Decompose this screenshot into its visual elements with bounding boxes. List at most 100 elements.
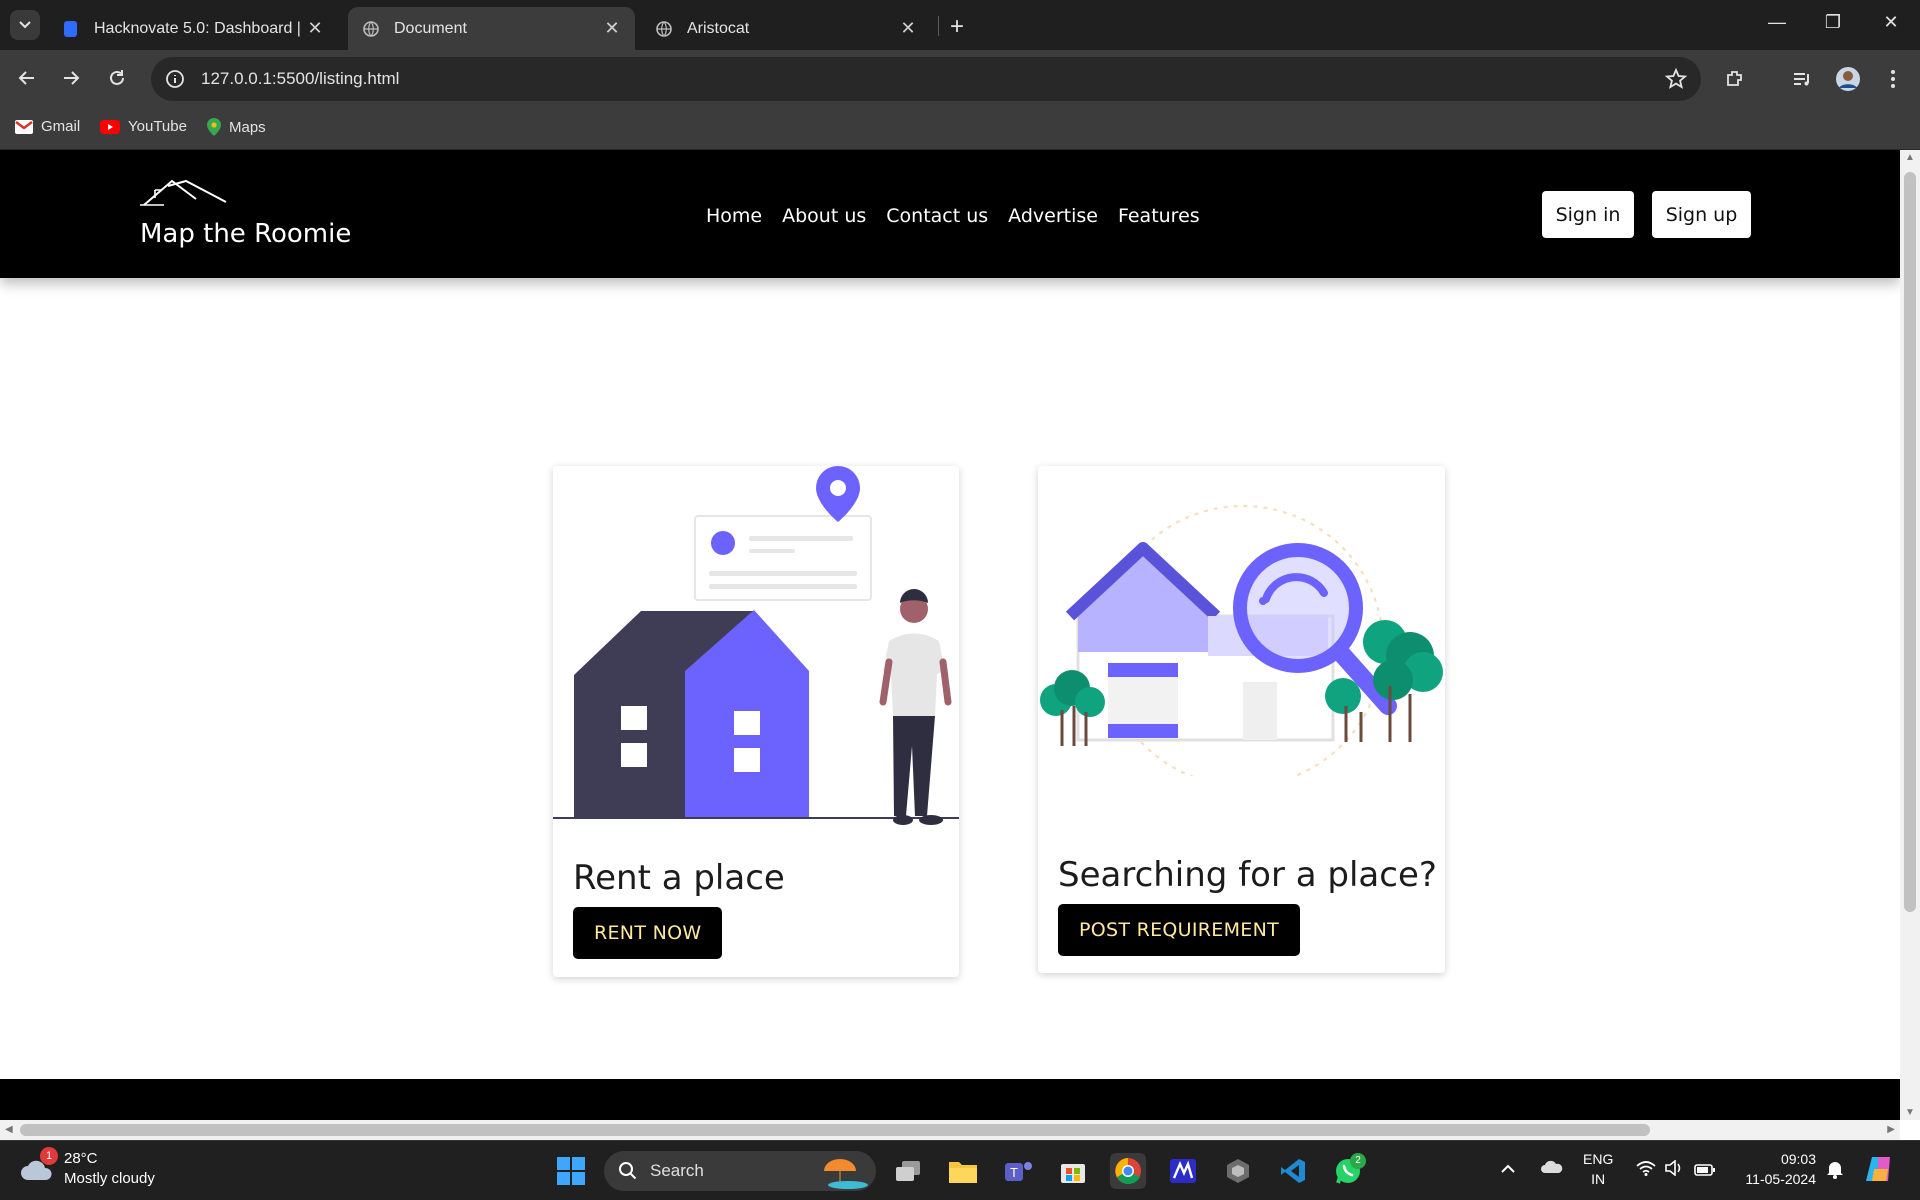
nav-home[interactable]: Home [706, 205, 762, 227]
card-title: Rent a place [573, 858, 785, 898]
whatsapp-badge: 2 [1350, 1153, 1366, 1169]
close-tab-icon[interactable]: ✕ [899, 18, 917, 39]
bookmark-label: YouTube [128, 118, 187, 135]
close-tab-icon[interactable]: ✕ [306, 18, 324, 39]
house-person-illustration [553, 466, 959, 825]
language-indicator[interactable]: ENG IN [1583, 1149, 1613, 1189]
sign-up-button[interactable]: Sign up [1652, 191, 1751, 238]
tab-document[interactable]: Document ✕ [348, 7, 635, 50]
site-favicon-icon [64, 20, 77, 37]
vertical-scrollbar[interactable]: ▲ ▼ [1900, 150, 1920, 1120]
app-m-icon[interactable] [1165, 1153, 1201, 1189]
site-footer [0, 1079, 1900, 1121]
browser-menu-icon[interactable] [1879, 65, 1907, 93]
address-bar[interactable]: 127.0.0.1:5500/listing.html [151, 57, 1701, 101]
forward-button[interactable] [56, 63, 86, 93]
nav-contact-us[interactable]: Contact us [886, 205, 988, 227]
unity-icon[interactable] [1220, 1153, 1256, 1189]
globe-icon [656, 20, 672, 37]
bookmark-gmail[interactable]: Gmail [15, 118, 80, 135]
tab-separator [938, 16, 939, 36]
start-button[interactable] [553, 1153, 589, 1189]
search-icon [619, 1162, 637, 1180]
restore-icon[interactable]: ❐ [1818, 12, 1848, 33]
bookmark-label: Maps [229, 118, 266, 136]
show-hidden-icons[interactable] [1500, 1159, 1516, 1179]
rent-place-card: Rent a place RENT NOW [553, 466, 959, 977]
minimize-icon[interactable]: — [1762, 12, 1792, 33]
tab-aristocat[interactable]: Aristocat ✕ [641, 7, 931, 50]
roof-logo-icon [140, 179, 227, 206]
maps-pin-icon [207, 118, 221, 136]
search-label: Search [650, 1161, 704, 1180]
search-place-card: Searching for a place? POST REQUIREMENT [1038, 466, 1445, 973]
clock-time: 09:03 [1780, 1151, 1816, 1167]
site-logo[interactable]: Map the Roomie [140, 178, 351, 249]
file-explorer-icon[interactable] [945, 1153, 981, 1189]
teams-icon[interactable]: T [1000, 1153, 1036, 1189]
horizontal-scrollbar[interactable]: ◀ ▶ [0, 1120, 1900, 1140]
browser-tab-bar: Hacknovate 5.0: Dashboard | De ✕ Documen… [0, 0, 1920, 50]
lang-region: IN [1591, 1171, 1606, 1187]
tab-title: Document [394, 19, 467, 37]
gmail-icon [15, 119, 33, 134]
vscode-icon[interactable] [1275, 1153, 1311, 1189]
svg-text:T: T [1010, 1165, 1018, 1180]
battery-icon[interactable] [1694, 1161, 1716, 1181]
temperature: 28°C [64, 1150, 98, 1167]
notification-bell-icon[interactable] [1826, 1159, 1844, 1184]
windows-taskbar: 1 28°C Mostly cloudy Search T 2 ENG IN 0… [0, 1140, 1920, 1200]
volume-icon[interactable] [1664, 1159, 1682, 1181]
media-control-icon[interactable] [1788, 65, 1816, 93]
chevron-down-icon [19, 21, 31, 29]
copilot-icon[interactable] [1864, 1155, 1894, 1188]
tab-search-button[interactable] [10, 10, 40, 40]
reload-button[interactable] [102, 63, 132, 93]
store-icon[interactable] [1055, 1153, 1091, 1189]
post-requirement-button[interactable]: POST REQUIREMENT [1058, 904, 1301, 956]
task-view-icon[interactable] [890, 1153, 926, 1189]
clock[interactable]: 09:03 11-05-2024 [1736, 1149, 1816, 1189]
clock-date: 11-05-2024 [1745, 1171, 1816, 1187]
close-tab-icon[interactable]: ✕ [603, 18, 621, 39]
bookmark-maps[interactable]: Maps [207, 118, 266, 136]
tab-title: Hacknovate 5.0: Dashboard | De [94, 19, 306, 37]
back-button[interactable] [12, 63, 42, 93]
url-text: 127.0.0.1:5500/listing.html [201, 69, 400, 88]
weather-badge: 1 [40, 1147, 58, 1165]
tab-hacknovate[interactable]: Hacknovate 5.0: Dashboard | De ✕ [48, 7, 338, 50]
site-header: Map the Roomie Home About us Contact us … [0, 150, 1900, 278]
close-window-icon[interactable]: ✕ [1876, 12, 1906, 33]
site-info-icon[interactable] [165, 69, 185, 89]
bookmark-label: Gmail [41, 118, 81, 135]
taskbar-search[interactable]: Search [604, 1151, 876, 1191]
chrome-icon[interactable] [1110, 1153, 1146, 1189]
search-house-illustration [1040, 505, 1443, 776]
scroll-thumb[interactable] [1904, 172, 1916, 912]
lang-code: ENG [1583, 1151, 1614, 1167]
bookmarks-bar: Gmail YouTube Maps [0, 108, 1920, 150]
brand-name: Map the Roomie [140, 219, 352, 249]
tab-title: Aristocat [687, 19, 750, 37]
nav-features[interactable]: Features [1118, 205, 1200, 227]
windows-logo-icon [557, 1157, 585, 1185]
page-viewport: Map the Roomie Home About us Contact us … [0, 150, 1920, 1140]
globe-icon [363, 20, 379, 37]
rent-now-button[interactable]: RENT NOW [573, 907, 723, 959]
nav-advertise[interactable]: Advertise [1008, 205, 1098, 227]
weather-widget[interactable]: 1 28°C Mostly cloudy [20, 1147, 155, 1189]
onedrive-icon[interactable] [1540, 1159, 1564, 1179]
sign-in-button[interactable]: Sign in [1542, 191, 1634, 238]
extensions-icon[interactable] [1721, 65, 1749, 93]
bookmark-youtube[interactable]: YouTube [100, 118, 187, 135]
scroll-thumb[interactable] [20, 1124, 1650, 1136]
youtube-icon [100, 119, 120, 134]
card-title: Searching for a place? [1058, 855, 1437, 895]
main-nav: Home About us Contact us Advertise Featu… [706, 205, 1200, 227]
arrow-left-icon [18, 71, 34, 85]
wifi-icon[interactable] [1636, 1160, 1656, 1181]
nav-about-us[interactable]: About us [782, 205, 866, 227]
new-tab-button[interactable]: + [950, 13, 964, 41]
bookmark-star-icon[interactable] [1665, 68, 1687, 90]
profile-avatar[interactable] [1834, 65, 1862, 93]
